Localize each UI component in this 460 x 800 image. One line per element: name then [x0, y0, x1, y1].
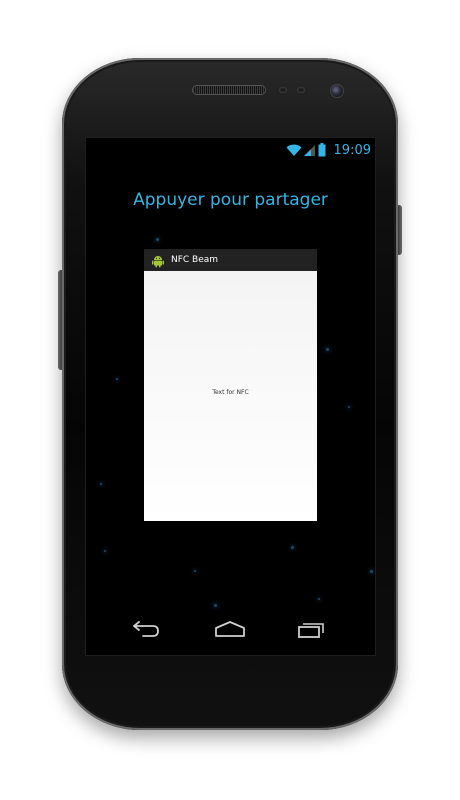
battery-icon: [318, 142, 326, 161]
back-button[interactable]: [126, 619, 166, 643]
wallpaper-dot: [116, 378, 118, 380]
recent-apps-button[interactable]: [292, 619, 332, 643]
nfc-text: Text for NFC: [212, 389, 249, 396]
app-name: NFC Beam: [171, 255, 219, 265]
android-icon: [151, 253, 165, 268]
phone-screen: 19:09 Appuyer pour partager NFC Beam Tex…: [86, 138, 375, 655]
wallpaper-dot: [318, 598, 320, 600]
app-titlebar: NFC Beam: [144, 249, 317, 271]
navigation-bar: [86, 607, 375, 655]
wallpaper-dot: [326, 348, 329, 351]
status-bar: 19:09: [86, 138, 375, 164]
earpiece-speaker: [193, 86, 265, 94]
signal-icon: [303, 142, 316, 161]
wallpaper-dot: [156, 238, 159, 241]
back-icon: [131, 620, 161, 642]
home-icon: [214, 620, 246, 642]
app-content: Text for NFC: [144, 271, 317, 521]
wallpaper-dot: [348, 406, 350, 408]
status-time: 19:09: [333, 143, 371, 158]
wallpaper-dot: [104, 550, 106, 552]
wallpaper-dot: [100, 483, 102, 485]
light-sensor: [297, 87, 305, 93]
proximity-sensor: [279, 87, 287, 93]
front-camera: [331, 85, 343, 97]
recent-apps-icon: [297, 620, 327, 642]
wallpaper-dot: [370, 570, 373, 573]
status-icons: 19:09: [286, 142, 371, 161]
wifi-icon: [286, 142, 302, 161]
wallpaper-dot: [291, 546, 294, 549]
wallpaper-dot: [194, 570, 196, 572]
app-preview-card[interactable]: NFC Beam Text for NFC: [144, 249, 317, 521]
home-button[interactable]: [210, 619, 250, 643]
share-prompt: Appuyer pour partager: [133, 190, 328, 210]
